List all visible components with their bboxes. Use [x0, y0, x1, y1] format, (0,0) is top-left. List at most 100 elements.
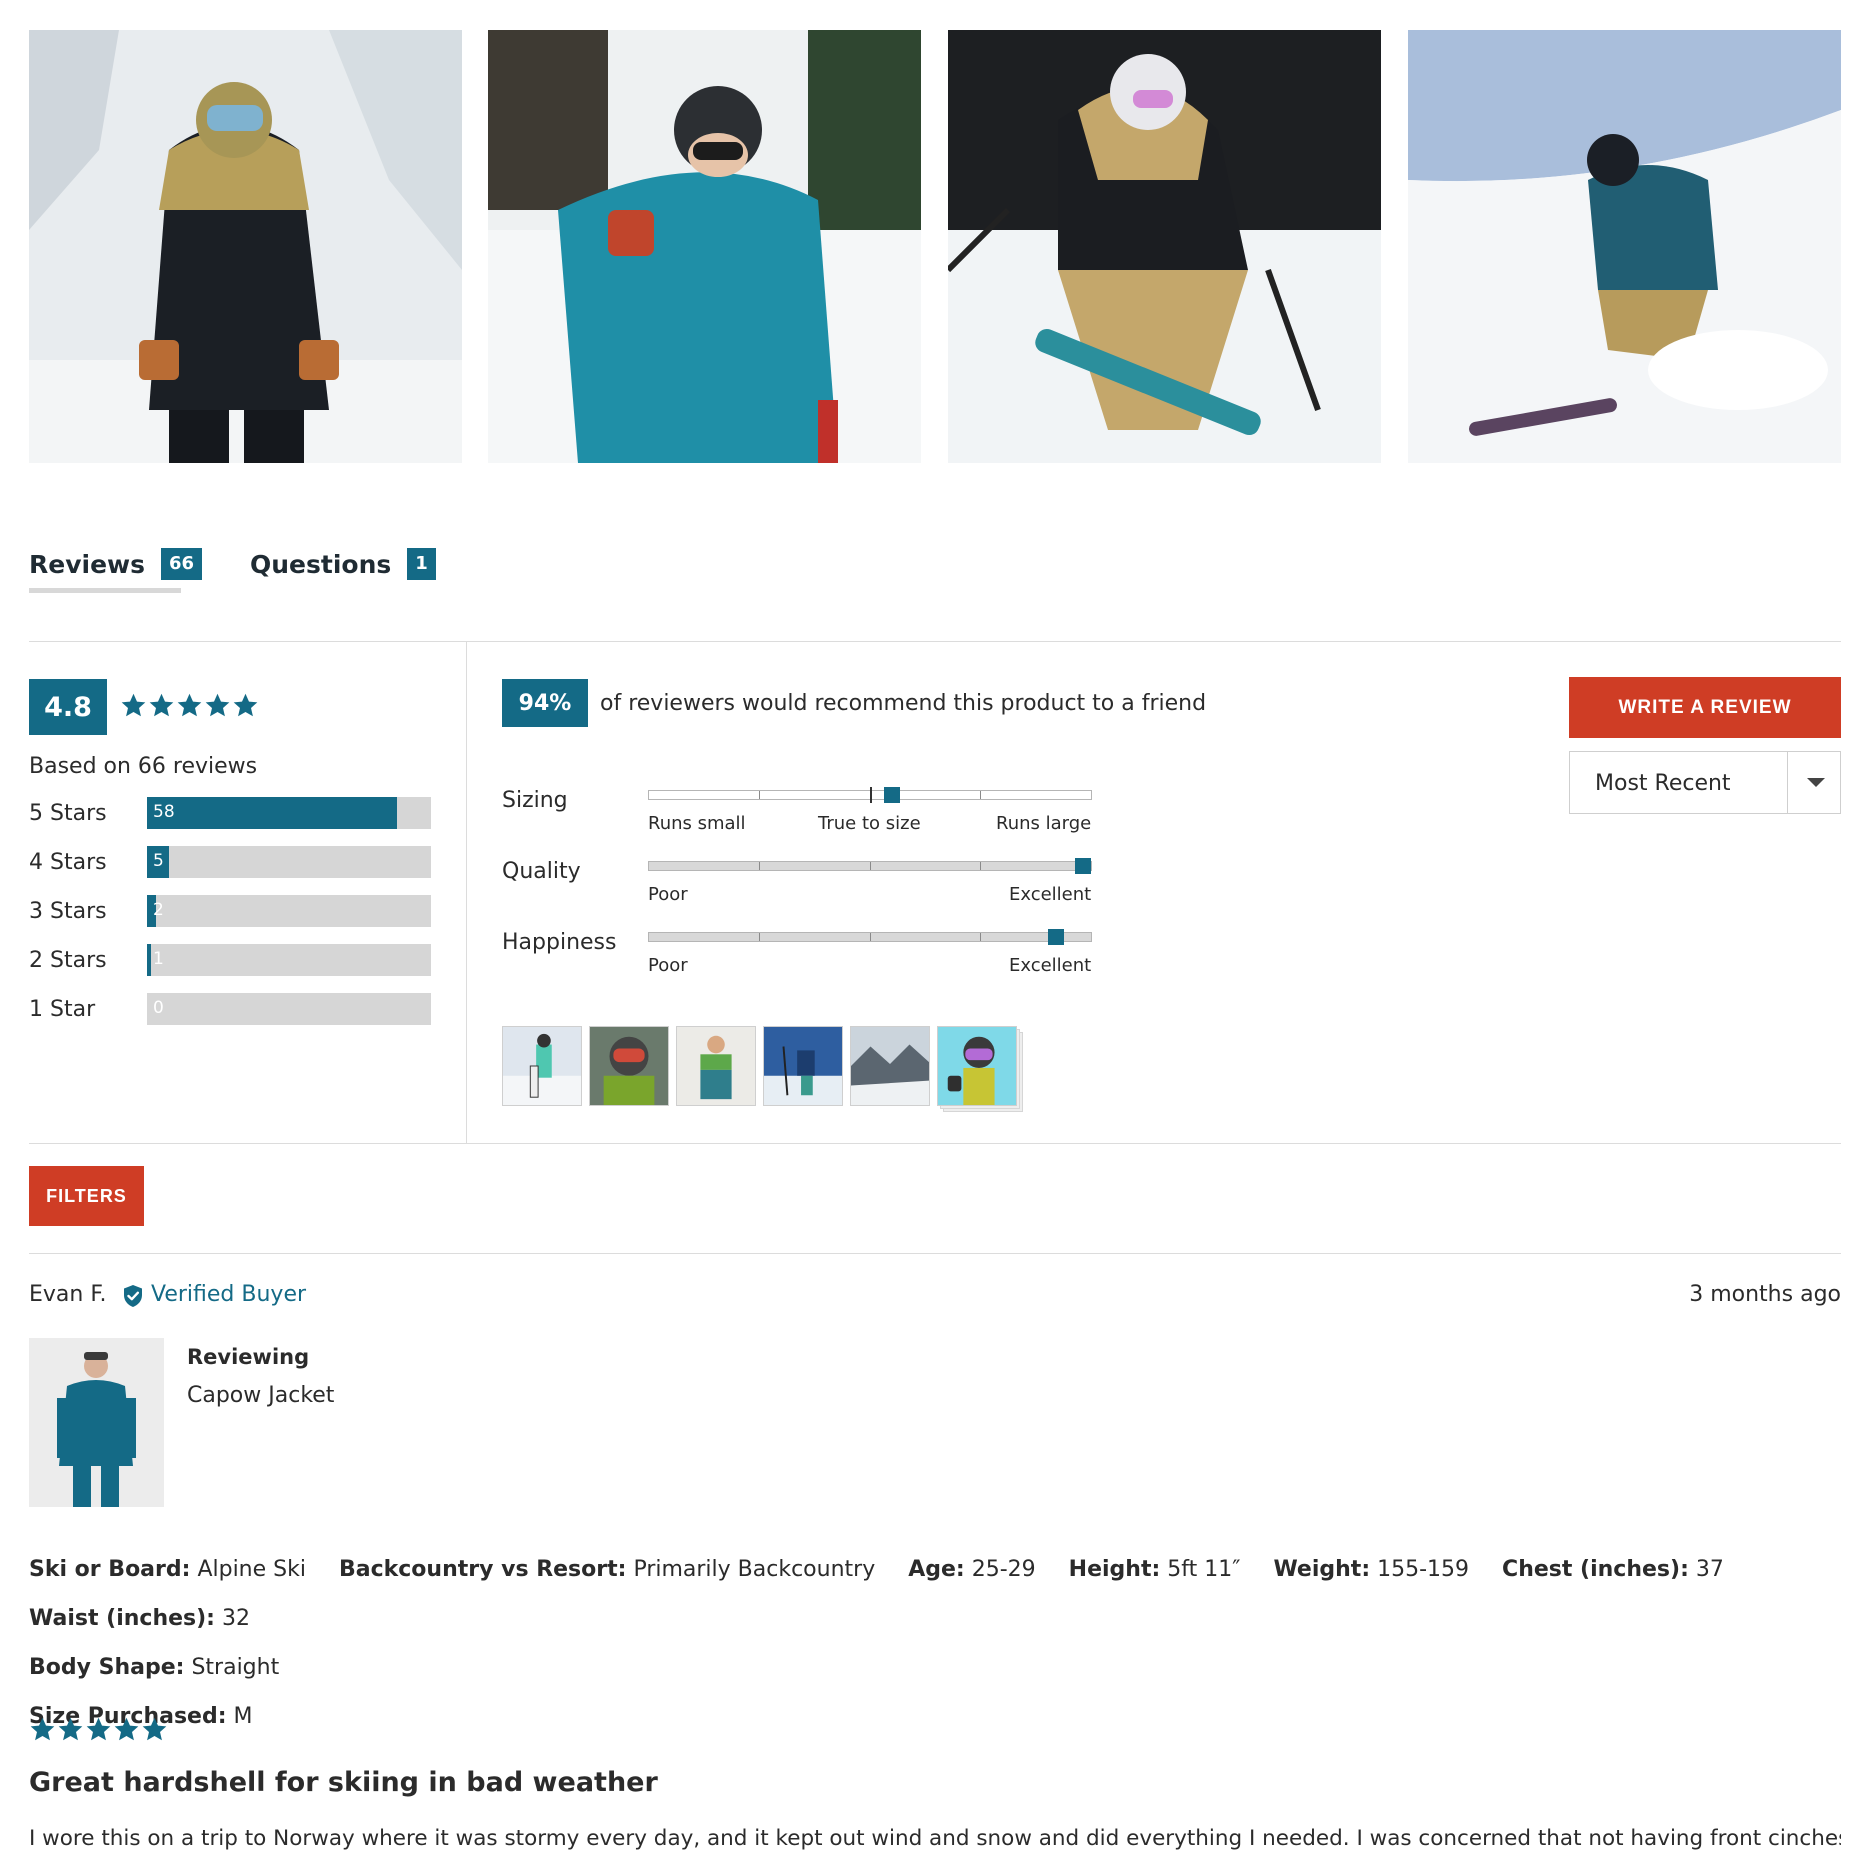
tab-reviews[interactable]: Reviews 66 — [29, 548, 203, 580]
slider-midpoint-marker — [870, 787, 872, 803]
tab-reviews-label: Reviews — [29, 549, 146, 579]
gallery-photo-2[interactable] — [488, 30, 921, 463]
rating-row[interactable]: 5 Stars 58 — [29, 797, 431, 829]
product-image[interactable] — [29, 1338, 164, 1507]
slider-happiness-knob — [1047, 929, 1064, 945]
rating-bar: 0 — [147, 993, 431, 1025]
rating-bar: 1 — [147, 944, 431, 976]
attr-age: Age: 25-29 — [908, 1557, 1036, 1582]
verified-buyer-label: Verified Buyer — [151, 1282, 307, 1307]
rating-row-label: 5 Stars — [29, 801, 107, 826]
tab-questions[interactable]: Questions 1 — [250, 548, 436, 580]
tab-questions-label: Questions — [250, 549, 392, 579]
sort-selected-value: Most Recent — [1595, 771, 1731, 796]
attr-backcountry-vs-resort: Backcountry vs Resort: Primarily Backcou… — [338, 1557, 876, 1582]
star-icon — [57, 1716, 84, 1743]
customer-photo-thumb[interactable] — [502, 1026, 582, 1106]
rating-row-label: 3 Stars — [29, 899, 107, 924]
average-rating: 4.8 — [29, 679, 107, 735]
attributes-line-3: Size Purchased: M — [29, 1692, 1841, 1741]
reviewing-label: Reviewing — [187, 1345, 310, 1369]
attr-chest: Chest (inches): 37 — [1502, 1557, 1724, 1582]
verified-shield-icon — [124, 1285, 142, 1307]
tab-questions-count: 1 — [407, 548, 436, 580]
slider-sizing-min-label: Runs small — [648, 813, 746, 834]
customer-photo-thumb[interactable] — [850, 1026, 930, 1106]
rating-row[interactable]: 1 Star 0 — [29, 993, 431, 1025]
rating-bar: 5 — [147, 846, 431, 878]
star-icon — [113, 1716, 140, 1743]
rating-row-label: 4 Stars — [29, 850, 107, 875]
skier-photo-2-icon — [488, 30, 921, 463]
rating-row-label: 1 Star — [29, 997, 96, 1022]
gallery-photo-1[interactable] — [29, 30, 462, 463]
average-stars — [120, 692, 259, 719]
reviewer-attributes: Ski or Board: Alpine Ski Backcountry vs … — [29, 1545, 1841, 1741]
customer-photo-thumb[interactable] — [763, 1026, 843, 1106]
slider-quality-knob — [1075, 858, 1091, 874]
rating-bar-count: 58 — [153, 802, 175, 822]
divider — [1787, 752, 1788, 813]
star-icon — [232, 692, 259, 719]
star-icon — [120, 692, 147, 719]
star-icon — [85, 1716, 112, 1743]
skier-photo-4-icon — [1408, 30, 1841, 463]
slider-sizing-label: Sizing — [502, 788, 568, 813]
filters-button[interactable]: FILTERS — [29, 1166, 144, 1226]
rating-bar-count: 5 — [153, 851, 164, 871]
attr-height: Height: 5ft 11″ — [1068, 1557, 1241, 1582]
slider-quality — [648, 858, 1092, 874]
customer-photo-thumb-more[interactable] — [937, 1026, 1017, 1106]
star-icon — [176, 692, 203, 719]
review-timestamp: 3 months ago — [1689, 1282, 1841, 1307]
review-body: I wore this on a trip to Norway where it… — [29, 1826, 1841, 1851]
write-review-button[interactable]: WRITE A REVIEW — [1569, 677, 1841, 738]
slider-happiness-min-label: Poor — [648, 955, 688, 976]
rating-bar-fill — [147, 944, 152, 976]
reviewer-name: Evan F. — [29, 1282, 107, 1307]
attributes-line-2: Body Shape: Straight — [29, 1643, 1841, 1692]
product-name-link[interactable]: Capow Jacket — [187, 1383, 334, 1408]
slider-happiness — [648, 929, 1092, 945]
rating-bar-count: 1 — [153, 949, 164, 969]
rating-bar: 58 — [147, 797, 431, 829]
rating-bar-count: 0 — [153, 998, 164, 1018]
recommend-percent: 94% — [502, 679, 588, 727]
slider-quality-min-label: Poor — [648, 884, 688, 905]
attr-body-shape: Body Shape: Straight — [29, 1655, 280, 1680]
star-icon — [204, 692, 231, 719]
review-stars — [29, 1716, 168, 1743]
tab-reviews-count: 66 — [161, 548, 203, 580]
slider-sizing-knob — [884, 787, 901, 803]
divider — [29, 1253, 1841, 1254]
attr-weight: Weight: 155-159 — [1273, 1557, 1470, 1582]
slider-sizing — [648, 787, 1092, 803]
skier-photo-3-icon — [948, 30, 1381, 463]
divider — [29, 1143, 1841, 1144]
slider-sizing-mid-label: True to size — [818, 813, 921, 834]
rating-row-label: 2 Stars — [29, 948, 107, 973]
attr-ski-or-board: Ski or Board: Alpine Ski — [29, 1557, 306, 1582]
chevron-down-icon — [1807, 778, 1825, 787]
slider-quality-label: Quality — [502, 859, 581, 884]
rating-row[interactable]: 3 Stars 2 — [29, 895, 431, 927]
recommend-text: of reviewers would recommend this produc… — [600, 691, 1207, 716]
attributes-line-1: Ski or Board: Alpine Ski Backcountry vs … — [29, 1545, 1841, 1643]
sort-select[interactable]: Most Recent — [1569, 751, 1841, 814]
rating-bar-fill — [147, 797, 397, 829]
active-tab-indicator — [29, 588, 181, 593]
slider-sizing-max-label: Runs large — [996, 813, 1092, 834]
jacket-photo-icon — [29, 1338, 164, 1507]
slider-quality-max-label: Excellent — [1009, 884, 1092, 905]
rating-row[interactable]: 4 Stars 5 — [29, 846, 431, 878]
gallery-photo-4[interactable] — [1408, 30, 1841, 463]
customer-photo-thumb[interactable] — [589, 1026, 669, 1106]
rating-row[interactable]: 2 Stars 1 — [29, 944, 431, 976]
gallery-photo-3[interactable] — [948, 30, 1381, 463]
customer-photo-thumb[interactable] — [676, 1026, 756, 1106]
star-icon — [29, 1716, 56, 1743]
star-icon — [148, 692, 175, 719]
review-title: Great hardshell for skiing in bad weathe… — [29, 1767, 658, 1798]
skier-photo-1-icon — [29, 30, 462, 463]
divider — [466, 642, 467, 1144]
